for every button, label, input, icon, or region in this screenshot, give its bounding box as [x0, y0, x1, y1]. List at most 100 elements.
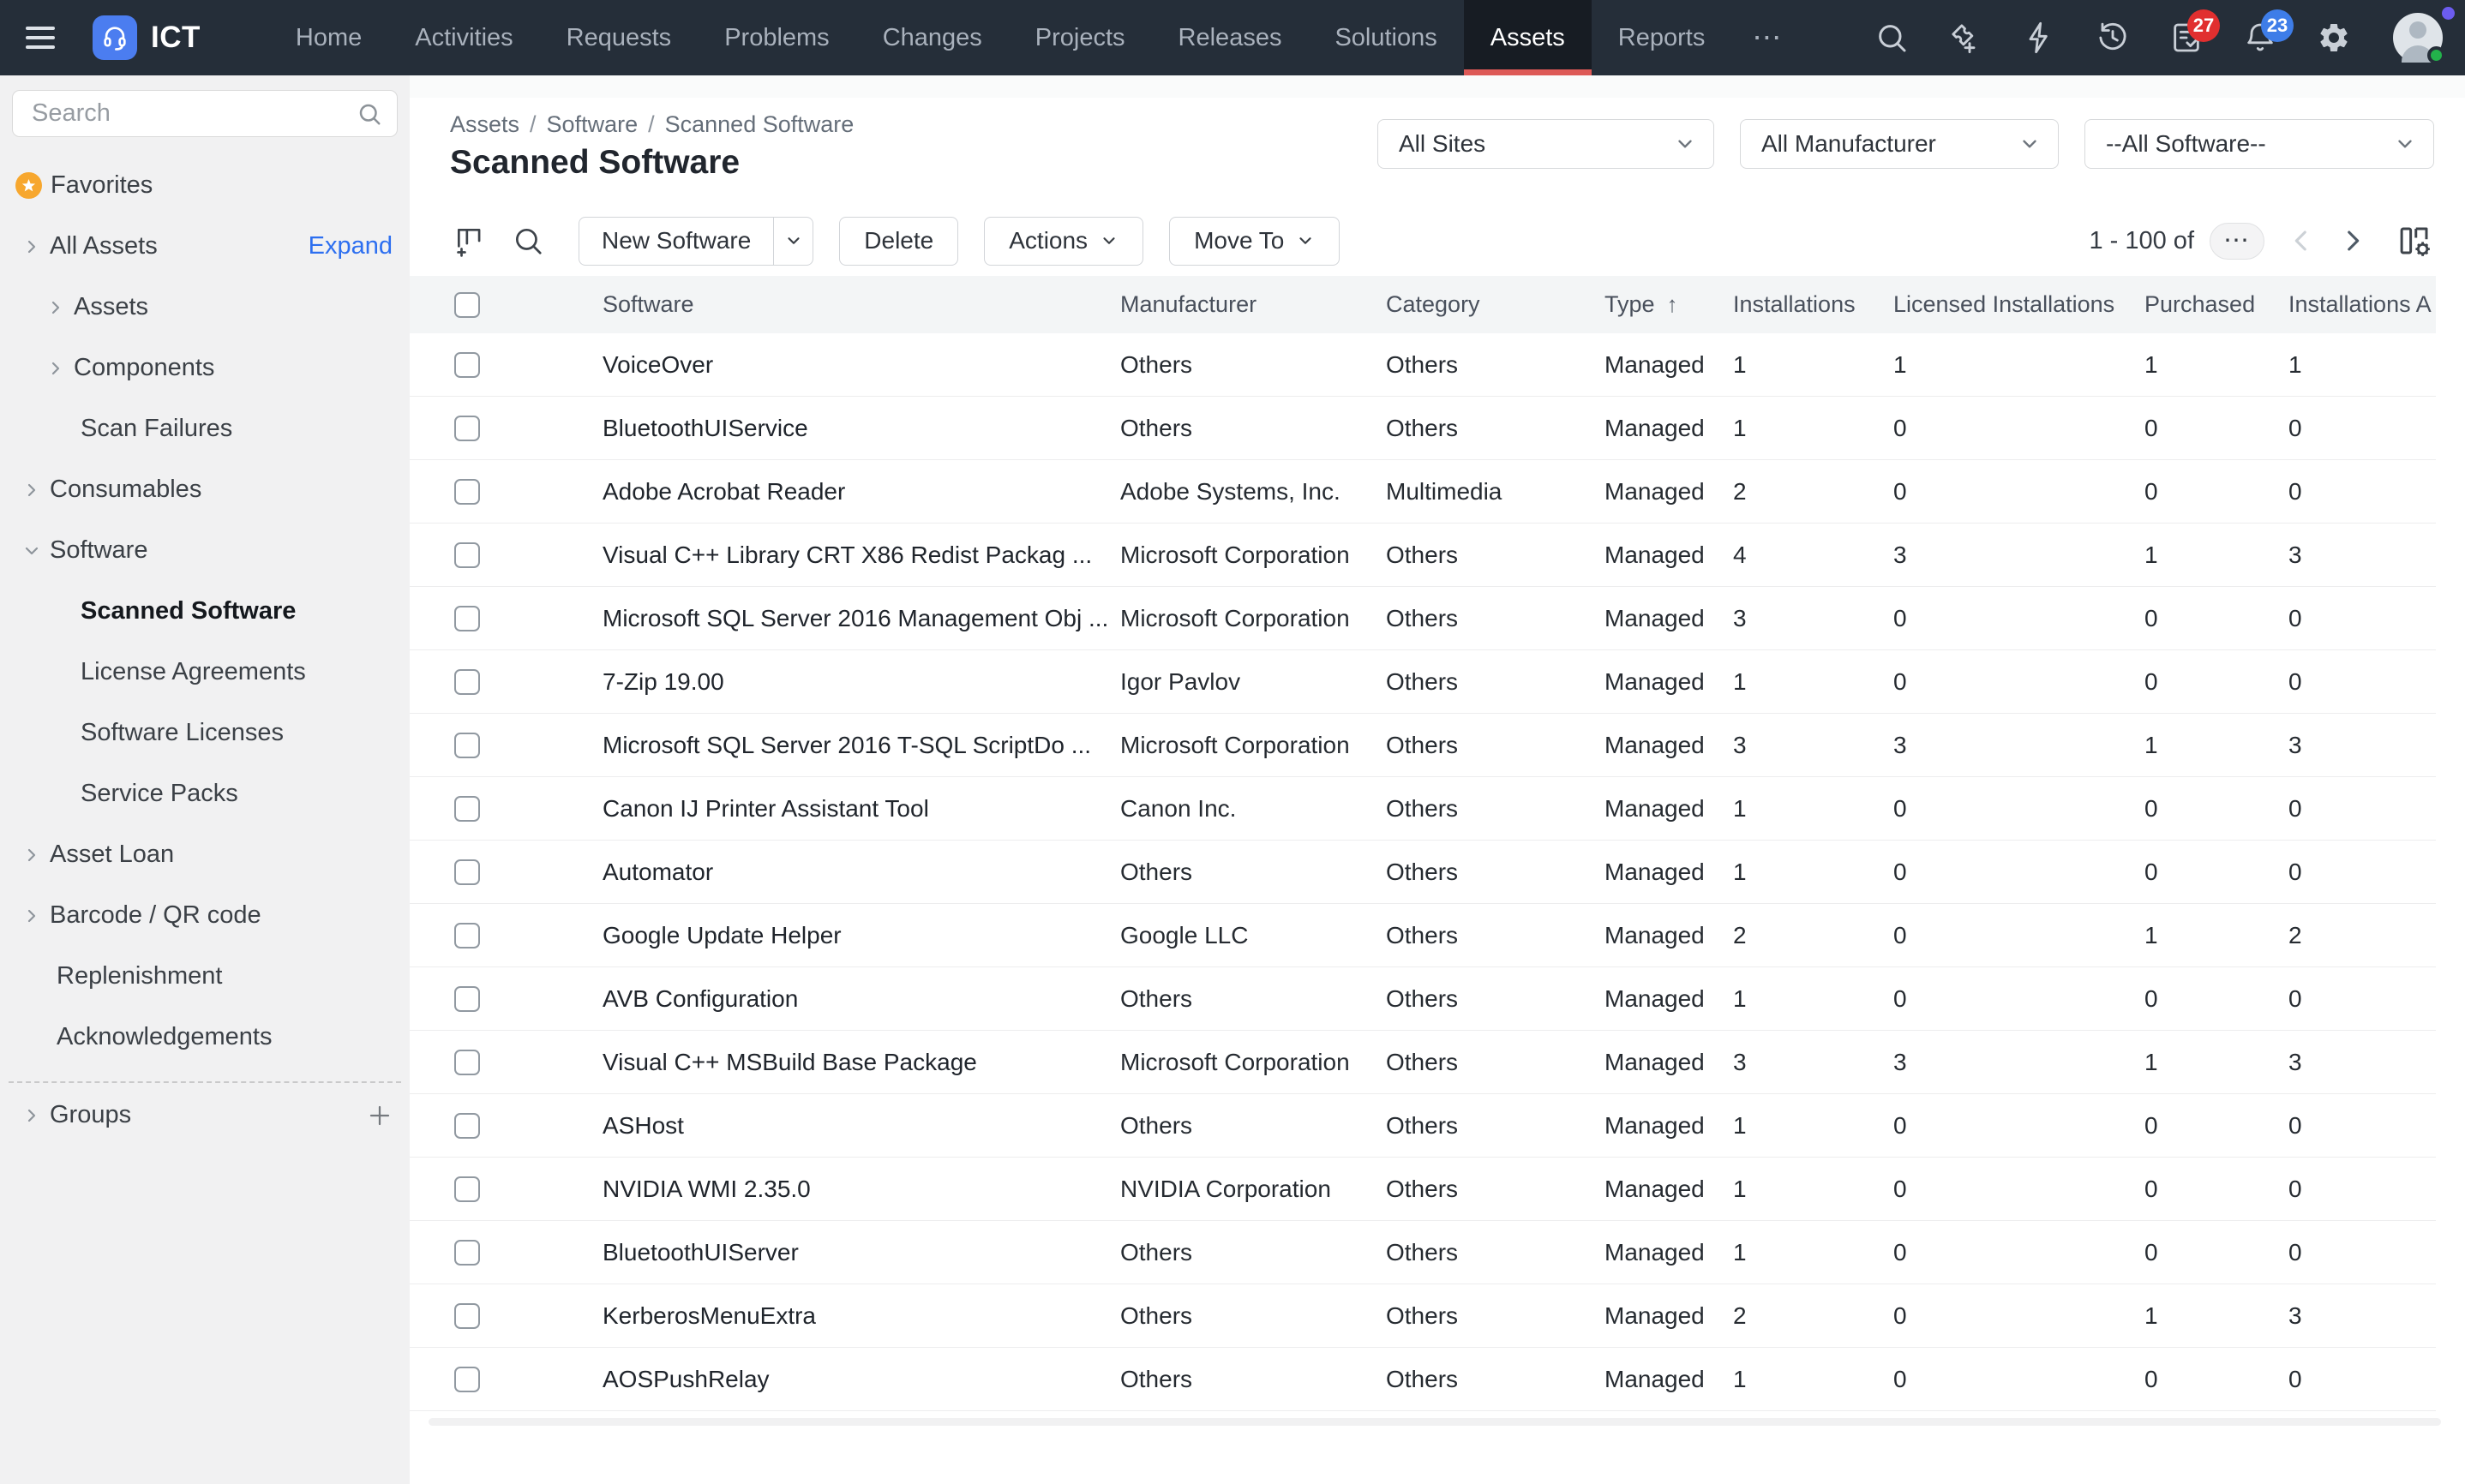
- table-row[interactable]: BluetoothUIService Others Others Managed…: [410, 397, 2436, 460]
- move-to-button[interactable]: Move To: [1169, 217, 1340, 266]
- chevron-right-icon[interactable]: [21, 479, 43, 501]
- chevron-right-icon[interactable]: [21, 905, 43, 927]
- software-name-cell[interactable]: BluetoothUIServer: [603, 1239, 1120, 1266]
- column-header-software[interactable]: Software: [603, 291, 1120, 318]
- software-name-cell[interactable]: 7-Zip 19.00: [603, 668, 1120, 696]
- history-icon[interactable]: [2095, 20, 2131, 56]
- software-name-cell[interactable]: Visual C++ MSBuild Base Package: [603, 1049, 1120, 1076]
- row-checkbox[interactable]: [454, 1050, 480, 1075]
- sidebar-item-asset-loan[interactable]: Asset Loan: [0, 824, 410, 885]
- chevron-right-icon[interactable]: [21, 844, 43, 866]
- row-checkbox[interactable]: [454, 606, 480, 631]
- row-checkbox[interactable]: [454, 542, 480, 568]
- table-row[interactable]: AOSPushRelay Others Others Managed 1 0 0…: [410, 1348, 2436, 1411]
- table-row[interactable]: KerberosMenuExtra Others Others Managed …: [410, 1284, 2436, 1348]
- sidebar-item-acknowledgements[interactable]: Acknowledgements: [0, 1007, 410, 1068]
- add-group-icon[interactable]: [367, 1103, 393, 1128]
- column-header-licensed-installations[interactable]: Licensed Installations: [1893, 291, 2144, 318]
- add-request-icon[interactable]: [1947, 20, 1983, 56]
- chevron-down-icon[interactable]: [21, 540, 43, 562]
- expand-link[interactable]: Expand: [309, 232, 393, 260]
- sidebar-item-groups[interactable]: Groups: [0, 1085, 410, 1146]
- column-header-manufacturer[interactable]: Manufacturer: [1120, 291, 1386, 318]
- notifications-bell-icon[interactable]: 23: [2242, 20, 2278, 56]
- breadcrumb-assets[interactable]: Assets: [450, 111, 519, 138]
- software-name-cell[interactable]: Visual C++ Library CRT X86 Redist Packag…: [603, 542, 1120, 569]
- row-checkbox[interactable]: [454, 859, 480, 885]
- sidebar-item-consumables[interactable]: Consumables: [0, 459, 410, 520]
- column-settings-icon[interactable]: [2395, 221, 2434, 260]
- software-name-cell[interactable]: AOSPushRelay: [603, 1366, 1120, 1393]
- app-logo[interactable]: [93, 15, 137, 60]
- sidebar-item-software-licenses[interactable]: Software Licenses: [0, 703, 410, 763]
- table-row[interactable]: Microsoft SQL Server 2016 Management Obj…: [410, 587, 2436, 650]
- software-name-cell[interactable]: ASHost: [603, 1112, 1120, 1140]
- table-row[interactable]: Canon IJ Printer Assistant Tool Canon In…: [410, 777, 2436, 841]
- user-avatar[interactable]: [2393, 13, 2443, 63]
- table-row[interactable]: Automator Others Others Managed 1 0 0 0: [410, 841, 2436, 904]
- software-name-cell[interactable]: AVB Configuration: [603, 985, 1120, 1013]
- table-row[interactable]: Visual C++ Library CRT X86 Redist Packag…: [410, 524, 2436, 587]
- table-row[interactable]: VoiceOver Others Others Managed 1 1 1 1: [410, 333, 2436, 397]
- global-search-icon[interactable]: [1874, 20, 1910, 56]
- new-software-button[interactable]: New Software: [579, 217, 813, 266]
- sites-filter-select[interactable]: All Sites: [1377, 119, 1714, 169]
- column-header-installations-awaiting[interactable]: Installations A: [2288, 291, 2436, 318]
- table-row[interactable]: 7-Zip 19.00 Igor Pavlov Others Managed 1…: [410, 650, 2436, 714]
- software-filter-select[interactable]: --All Software--: [2084, 119, 2434, 169]
- nav-reports[interactable]: Reports: [1592, 0, 1732, 75]
- add-view-icon[interactable]: [450, 221, 489, 260]
- column-header-type[interactable]: Type ↑: [1604, 291, 1733, 318]
- list-search-icon[interactable]: [508, 221, 548, 260]
- nav-solutions[interactable]: Solutions: [1308, 0, 1463, 75]
- row-checkbox[interactable]: [454, 733, 480, 758]
- software-name-cell[interactable]: KerberosMenuExtra: [603, 1302, 1120, 1330]
- new-software-dropdown-icon[interactable]: [773, 218, 813, 265]
- sidebar-item-service-packs[interactable]: Service Packs: [0, 763, 410, 824]
- row-checkbox[interactable]: [454, 923, 480, 948]
- chevron-right-icon[interactable]: [45, 357, 67, 380]
- row-checkbox[interactable]: [454, 1176, 480, 1202]
- nav-changes[interactable]: Changes: [856, 0, 1009, 75]
- row-checkbox[interactable]: [454, 416, 480, 441]
- table-row[interactable]: BluetoothUIServer Others Others Managed …: [410, 1221, 2436, 1284]
- pagination-more-icon[interactable]: ⋯: [2210, 223, 2264, 260]
- table-row[interactable]: Visual C++ MSBuild Base Package Microsof…: [410, 1031, 2436, 1094]
- software-name-cell[interactable]: Microsoft SQL Server 2016 Management Obj…: [603, 605, 1120, 632]
- horizontal-scrollbar[interactable]: [429, 1418, 2441, 1426]
- column-header-installations[interactable]: Installations: [1733, 291, 1893, 318]
- software-name-cell[interactable]: Adobe Acrobat Reader: [603, 478, 1120, 506]
- table-row[interactable]: Google Update Helper Google LLC Others M…: [410, 904, 2436, 967]
- row-checkbox[interactable]: [454, 669, 480, 695]
- delete-button[interactable]: Delete: [839, 217, 958, 266]
- chevron-right-icon[interactable]: [45, 296, 67, 319]
- chevron-right-icon[interactable]: [21, 236, 43, 258]
- software-name-cell[interactable]: Google Update Helper: [603, 922, 1120, 949]
- sidebar-item-scan-failures[interactable]: Scan Failures: [0, 398, 410, 459]
- quick-actions-icon[interactable]: [2021, 20, 2057, 56]
- row-checkbox[interactable]: [454, 1367, 480, 1392]
- table-row[interactable]: Adobe Acrobat Reader Adobe Systems, Inc.…: [410, 460, 2436, 524]
- row-checkbox[interactable]: [454, 1113, 480, 1139]
- next-page-icon[interactable]: [2338, 226, 2367, 255]
- row-checkbox[interactable]: [454, 1303, 480, 1329]
- nav-projects[interactable]: Projects: [1009, 0, 1152, 75]
- software-name-cell[interactable]: Canon IJ Printer Assistant Tool: [603, 795, 1120, 823]
- sidebar-item-license-agreements[interactable]: License Agreements: [0, 642, 410, 703]
- sidebar-item-all-assets[interactable]: All Assets Expand: [0, 216, 410, 277]
- nav-overflow-icon[interactable]: ⋯: [1731, 0, 1804, 75]
- sidebar-item-barcode-qr-code[interactable]: Barcode / QR code: [0, 885, 410, 946]
- sidebar-item-replenishment[interactable]: Replenishment: [0, 946, 410, 1007]
- hamburger-menu-icon[interactable]: [26, 27, 55, 49]
- nav-assets-active[interactable]: Assets: [1464, 0, 1592, 75]
- nav-home[interactable]: Home: [269, 0, 388, 75]
- software-name-cell[interactable]: Microsoft SQL Server 2016 T-SQL ScriptDo…: [603, 732, 1120, 759]
- select-all-checkbox[interactable]: [454, 292, 480, 318]
- sidebar-item-assets[interactable]: Assets: [0, 277, 410, 338]
- sidebar-item-scanned-software[interactable]: Scanned Software: [0, 581, 410, 642]
- nav-activities[interactable]: Activities: [388, 0, 539, 75]
- software-name-cell[interactable]: NVIDIA WMI 2.35.0: [603, 1176, 1120, 1203]
- sidebar-item-software[interactable]: Software: [0, 520, 410, 581]
- sidebar-item-components[interactable]: Components: [0, 338, 410, 398]
- table-row[interactable]: AVB Configuration Others Others Managed …: [410, 967, 2436, 1031]
